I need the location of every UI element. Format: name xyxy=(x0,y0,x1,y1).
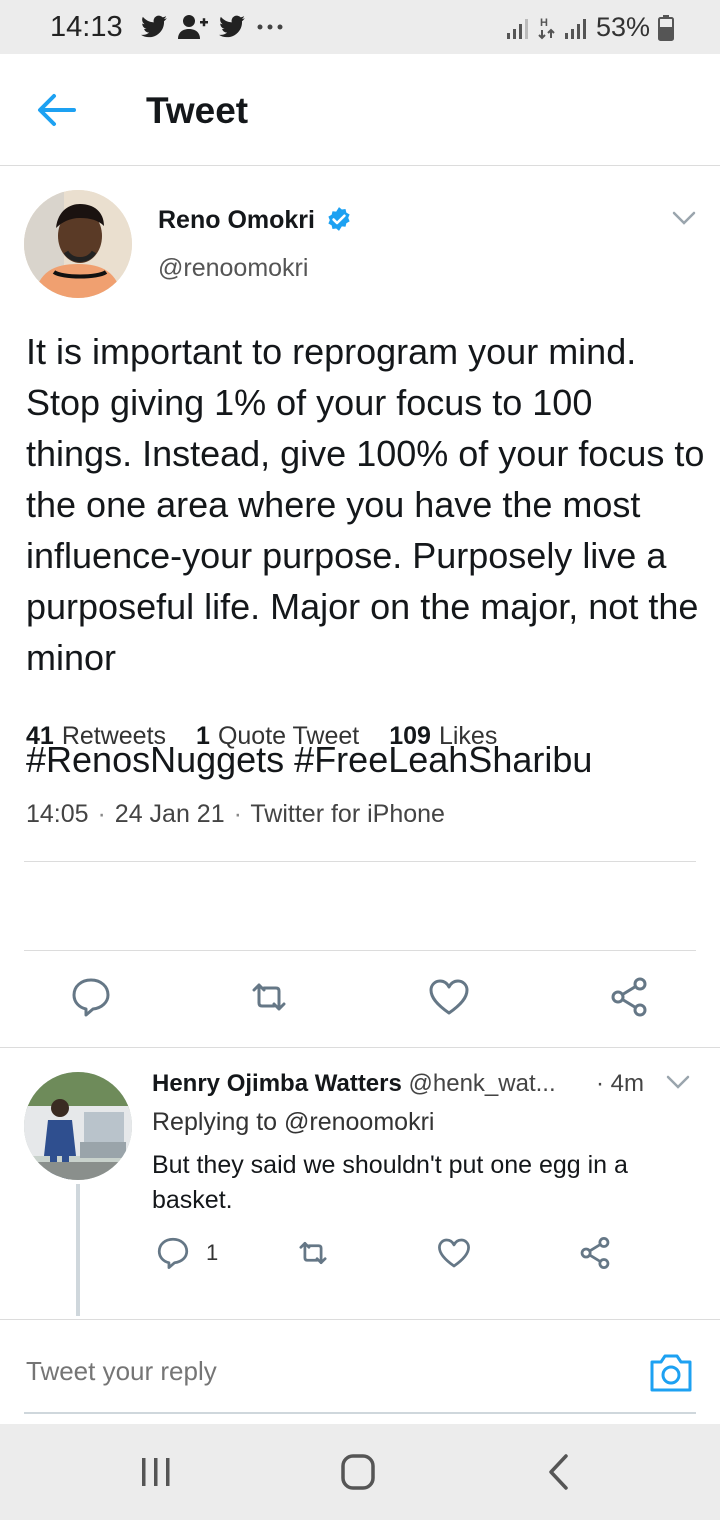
signal-icon xyxy=(506,18,528,39)
battery-percent: 53% xyxy=(595,12,650,42)
share-icon[interactable] xyxy=(608,976,650,1018)
retweet-icon[interactable] xyxy=(248,976,290,1018)
reply-time: · 4m xyxy=(596,1070,644,1097)
likes-count: 109 xyxy=(389,722,431,750)
system-nav-bar xyxy=(0,1424,720,1520)
like-icon[interactable] xyxy=(437,1236,471,1270)
likes-stat[interactable]: 109 Likes xyxy=(389,722,497,751)
quotes-stat[interactable]: 1 Quote Tweet xyxy=(196,722,359,751)
likes-label: Likes xyxy=(438,722,498,750)
hplus-data-icon: H xyxy=(538,17,555,39)
reply-actions: 1 xyxy=(0,1236,720,1280)
status-time: 14:13 xyxy=(50,11,123,43)
avatar-image xyxy=(24,1072,132,1180)
reply-icon[interactable] xyxy=(156,1236,190,1270)
reply-count: 1 xyxy=(206,1240,219,1265)
twitter-icon xyxy=(219,15,245,38)
retweets-count: 41 xyxy=(26,722,54,750)
camera-icon[interactable] xyxy=(648,1350,694,1394)
avatar-image xyxy=(24,190,132,298)
quotes-label: Quote Tweet xyxy=(217,722,360,750)
reply-text: But they said we shouldn't put one egg i… xyxy=(152,1151,628,1214)
author-name[interactable]: Reno Omokri xyxy=(158,206,315,235)
retweets-label: Retweets xyxy=(61,722,167,750)
back-icon[interactable] xyxy=(538,1452,582,1492)
avatar[interactable] xyxy=(24,1072,132,1180)
recent-apps-icon[interactable] xyxy=(134,1452,178,1492)
battery-icon xyxy=(658,14,674,41)
divider xyxy=(24,861,696,862)
add-user-icon xyxy=(178,15,208,39)
chevron-down-icon[interactable] xyxy=(672,210,696,226)
retweet-icon[interactable] xyxy=(296,1236,330,1270)
notification-icons xyxy=(140,14,284,40)
replying-to[interactable]: Replying to @renoomokri xyxy=(152,1108,434,1137)
share-icon[interactable] xyxy=(578,1236,612,1270)
system-status: H 53% xyxy=(506,12,674,43)
author-handle[interactable]: @renoomokri xyxy=(158,254,308,283)
tweet-actions xyxy=(0,976,720,1046)
status-bar: 14:13 H 53% xyxy=(0,0,720,54)
divider xyxy=(24,1412,696,1414)
retweets-stat[interactable]: 41 Retweets xyxy=(26,722,166,751)
reply-composer xyxy=(0,1320,720,1424)
reply-author-name: Henry Ojimba Watters xyxy=(152,1070,402,1097)
divider xyxy=(24,950,696,951)
tweet-time: 14:05 xyxy=(26,800,89,828)
back-arrow-icon[interactable] xyxy=(36,92,76,128)
reply-author[interactable]: Henry Ojimba Watters @henk_wat... xyxy=(152,1070,556,1098)
svg-text:H: H xyxy=(540,17,548,29)
reply-author-handle: @henk_wat... xyxy=(408,1070,556,1097)
top-app-bar: Tweet xyxy=(0,54,720,166)
page-title: Tweet xyxy=(146,90,249,131)
tweet-source[interactable]: Twitter for iPhone xyxy=(250,800,445,828)
signal-icon xyxy=(564,18,586,39)
tweet-stats: 41 Retweets 1 Quote Tweet 109 Likes xyxy=(26,722,497,751)
chevron-down-icon[interactable] xyxy=(666,1074,690,1090)
home-icon[interactable] xyxy=(336,1452,380,1492)
tweet-text: It is important to reprogram your mind. … xyxy=(26,331,705,780)
verified-badge-icon xyxy=(328,207,350,231)
quotes-count: 1 xyxy=(196,722,210,750)
more-icon xyxy=(257,24,283,30)
like-icon[interactable] xyxy=(428,976,470,1018)
avatar[interactable] xyxy=(24,190,132,298)
reply-input[interactable] xyxy=(26,1356,586,1387)
tweet-meta: 14:05 · 24 Jan 21 · Twitter for iPhone xyxy=(26,800,445,828)
twitter-icon xyxy=(141,15,167,38)
reply-icon[interactable] xyxy=(70,976,112,1018)
tweet-date: 24 Jan 21 xyxy=(114,800,225,828)
reply-tweet[interactable]: Henry Ojimba Watters @henk_wat... · 4m R… xyxy=(0,1048,720,1318)
